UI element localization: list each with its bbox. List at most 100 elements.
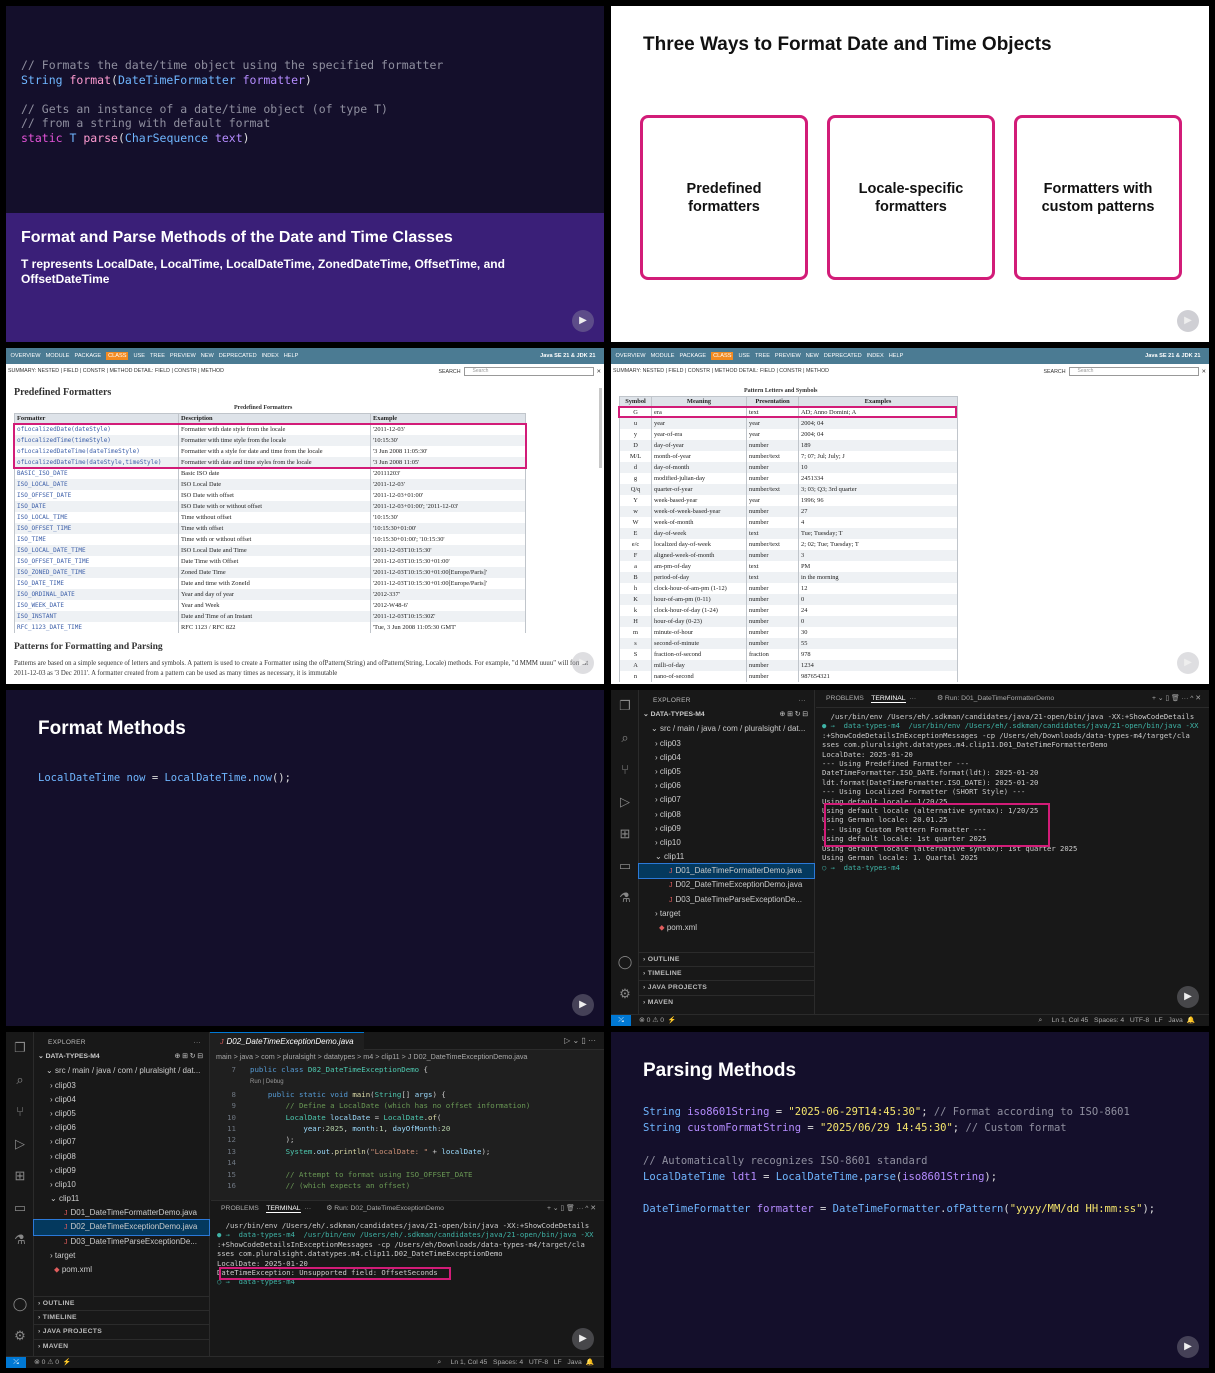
play-icon[interactable]: ▶	[572, 652, 594, 674]
zoom-icon[interactable]: ⌕	[437, 1359, 441, 1366]
problems-count[interactable]: ⊗ 0 ⚠ 0 ⚡	[34, 1357, 71, 1368]
nav-class[interactable]: CLASS	[106, 352, 129, 360]
files-icon[interactable]: ❐	[6, 1032, 34, 1064]
indent[interactable]: Spaces: 4	[1094, 1017, 1124, 1024]
close-icon[interactable]: ✕	[1202, 369, 1206, 375]
eol[interactable]: LF	[1155, 1017, 1163, 1024]
terminal-output[interactable]: /usr/bin/env /Users/eh/.sdkman/candidate…	[816, 708, 1209, 876]
tab-terminal[interactable]: TERMINAL	[871, 695, 906, 703]
file-pom[interactable]: ⬥ pom.xml	[639, 921, 814, 935]
table-cell[interactable]: BASIC_ISO_DATE	[14, 467, 179, 479]
folder-item[interactable]: › clip07	[34, 1135, 209, 1149]
maven-section[interactable]: › MAVEN	[34, 1338, 209, 1353]
maven-section[interactable]: › MAVEN	[639, 994, 814, 1009]
nav-tree[interactable]: TREE	[755, 353, 770, 359]
folder-item[interactable]: › clip08	[34, 1150, 209, 1164]
close-icon[interactable]: ✕	[597, 369, 601, 375]
folder-item[interactable]: › clip09	[639, 822, 814, 836]
nav-use[interactable]: USE	[133, 353, 145, 359]
src-folder[interactable]: ⌄ src / main / java / com / pluralsight …	[639, 722, 814, 736]
folder-item[interactable]: › clip10	[34, 1178, 209, 1192]
account-icon[interactable]: ◯	[611, 946, 639, 978]
folder-item[interactable]: › clip06	[34, 1121, 209, 1135]
code-editor[interactable]: 7 public class D02_DateTimeExceptionDemo …	[210, 1064, 604, 1191]
tab-problems[interactable]: PROBLEMS	[826, 695, 864, 702]
explorer-actions-icon[interactable]: ⊕ ⊞ ↻ ⊟	[175, 1050, 203, 1064]
table-cell[interactable]: ISO_OFFSET_TIME	[14, 522, 179, 534]
tab-terminal[interactable]: TERMINAL	[266, 1205, 301, 1213]
tab-problems[interactable]: PROBLEMS	[221, 1205, 259, 1212]
gear-icon[interactable]: ⚙	[6, 1320, 34, 1352]
nav-index[interactable]: INDEX	[262, 353, 279, 359]
table-cell[interactable]: ISO_OFFSET_DATE	[14, 489, 179, 501]
testing-icon[interactable]: ⚗	[611, 882, 639, 914]
nav-help[interactable]: HELP	[284, 353, 299, 359]
source-control-icon[interactable]: ⑂	[6, 1096, 34, 1128]
nav-index[interactable]: INDEX	[867, 353, 884, 359]
play-icon[interactable]: ▶	[1177, 1336, 1199, 1358]
folder-item[interactable]: › clip09	[34, 1164, 209, 1178]
table-cell[interactable]: ISO_LOCAL_TIME	[14, 511, 179, 523]
java-projects-section[interactable]: › JAVA PROJECTS	[34, 1324, 209, 1338]
more-icon[interactable]: ···	[194, 1036, 201, 1050]
nav-package[interactable]: PACKAGE	[75, 353, 102, 359]
zoom-icon[interactable]: ⌕	[1038, 1017, 1042, 1024]
terminal-title[interactable]: Run: D02_DateTimeExceptionDemo	[334, 1205, 444, 1212]
nav-new[interactable]: NEW	[201, 353, 214, 359]
folder-item[interactable]: › clip05	[639, 765, 814, 779]
folder-item[interactable]: › clip06	[639, 779, 814, 793]
nav-preview[interactable]: PREVIEW	[775, 353, 801, 359]
extensions-icon[interactable]: ⊞	[611, 818, 639, 850]
outline-section[interactable]: › OUTLINE	[639, 952, 814, 966]
testing-icon[interactable]: ⚗	[6, 1224, 34, 1256]
file-d01[interactable]: J D01_DateTimeFormatterDemo.java	[34, 1206, 209, 1220]
folder-target[interactable]: › target	[639, 907, 814, 921]
outline-section[interactable]: › OUTLINE	[34, 1296, 209, 1310]
folder-item[interactable]: › clip08	[639, 808, 814, 822]
subnav-links[interactable]: SUMMARY: NESTED | FIELD | CONSTR | METHO…	[8, 368, 224, 374]
folder-item[interactable]: › clip04	[639, 751, 814, 765]
bell-icon[interactable]: 🔔	[586, 1359, 594, 1366]
remote-icon[interactable]: ⤯	[6, 1357, 26, 1368]
language[interactable]: Java	[1168, 1017, 1182, 1024]
extensions-icon[interactable]: ⊞	[6, 1160, 34, 1192]
table-cell[interactable]: ISO_ZONED_DATE_TIME	[14, 566, 179, 578]
terminal-title[interactable]: Run: D01_DateTimeFormatterDemo	[945, 695, 1054, 702]
table-cell[interactable]: ISO_LOCAL_DATE	[14, 478, 179, 490]
source-control-icon[interactable]: ⑂	[611, 754, 639, 786]
search-input[interactable]: Search	[463, 367, 594, 376]
play-icon[interactable]: ▶	[1177, 986, 1199, 1008]
folder-target[interactable]: › target	[34, 1249, 209, 1263]
cursor-position[interactable]: Ln 1, Col 45	[451, 1359, 488, 1366]
timeline-section[interactable]: › TIMELINE	[639, 966, 814, 980]
codelens[interactable]: Run | Debug	[250, 1079, 284, 1085]
eol[interactable]: LF	[554, 1359, 562, 1366]
explorer-actions-icon[interactable]: ⊕ ⊞ ↻ ⊟	[780, 708, 808, 722]
nav-overview[interactable]: OVERVIEW	[616, 353, 646, 359]
nav-module[interactable]: MODULE	[651, 353, 675, 359]
subnav-links[interactable]: SUMMARY: NESTED | FIELD | CONSTR | METHO…	[613, 368, 829, 374]
table-cell[interactable]: ISO_DATE	[14, 500, 179, 512]
folder-item[interactable]: › clip04	[34, 1093, 209, 1107]
play-icon[interactable]: ▶	[1177, 310, 1199, 332]
nav-module[interactable]: MODULE	[46, 353, 70, 359]
remote-icon[interactable]: ▭	[611, 850, 639, 882]
encoding[interactable]: UTF-8	[529, 1359, 548, 1366]
folder-item[interactable]: › clip05	[34, 1107, 209, 1121]
folder-item[interactable]: › clip03	[34, 1079, 209, 1093]
nav-help[interactable]: HELP	[889, 353, 904, 359]
gear-icon[interactable]: ⚙	[611, 978, 639, 1010]
nav-use[interactable]: USE	[738, 353, 750, 359]
search-input[interactable]: Search	[1068, 367, 1199, 376]
language[interactable]: Java	[567, 1359, 581, 1366]
remote-icon[interactable]: ⤯	[611, 1015, 631, 1026]
table-cell[interactable]: ISO_LOCAL_DATE_TIME	[14, 544, 179, 556]
more-icon[interactable]: ···	[799, 694, 806, 708]
nav-tree[interactable]: TREE	[150, 353, 165, 359]
table-cell[interactable]: ISO_OFFSET_DATE_TIME	[14, 555, 179, 567]
nav-deprecated[interactable]: DEPRECATED	[824, 353, 862, 359]
search-icon[interactable]: ⌕	[611, 722, 639, 754]
file-d03[interactable]: J D03_DateTimeParseExceptionDe...	[639, 893, 814, 907]
java-projects-section[interactable]: › JAVA PROJECTS	[639, 980, 814, 994]
project-folder[interactable]: ⌄ DATA-TYPES-M4 ⊕ ⊞ ↻ ⊟	[639, 708, 814, 722]
